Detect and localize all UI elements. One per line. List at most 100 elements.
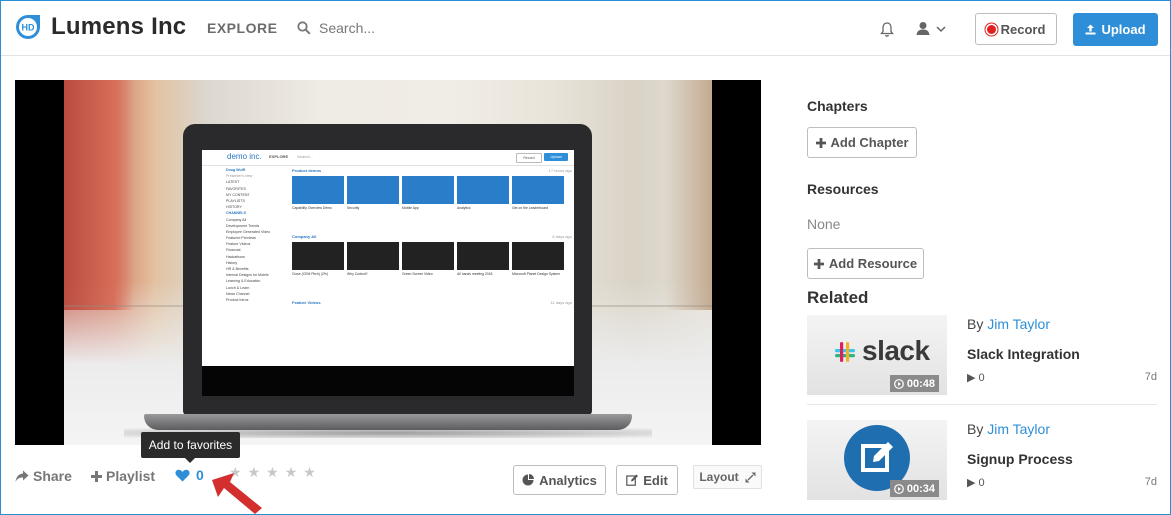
background-wall xyxy=(64,80,134,310)
screen-thumb xyxy=(457,176,509,204)
favorites-tooltip: Add to favorites xyxy=(141,432,240,463)
plus-icon xyxy=(815,137,826,148)
related-thumbnail[interactable]: 00:34 xyxy=(807,420,947,500)
screen-thumb xyxy=(292,176,344,204)
duration-text: 00:48 xyxy=(906,377,935,390)
screen-thumb xyxy=(402,242,454,270)
screen-row-captions: Close (CEM Pitch) (2%) Why Codeut? Green… xyxy=(292,272,572,300)
analytics-label: Analytics xyxy=(539,472,597,488)
explore-link[interactable]: EXPLORE xyxy=(207,20,277,36)
upload-icon xyxy=(1085,24,1096,35)
screen-caption: Close (CEM Pitch) (2%) xyxy=(292,272,328,276)
screen-content: demo inc. EXPLORE Search... Record Uploa… xyxy=(202,150,574,366)
add-to-playlist-button[interactable]: Playlist xyxy=(91,467,155,485)
author-link[interactable]: Jim Taylor xyxy=(987,421,1050,437)
screen-caption: Analytics xyxy=(457,206,471,210)
record-button[interactable]: Record xyxy=(975,13,1057,45)
related-video-item[interactable]: 00:34 By Jim Taylor Signup Process ▶ 0 7… xyxy=(807,420,1157,515)
background-wall-right xyxy=(664,80,712,310)
screen-caption: Mobile App xyxy=(402,206,419,210)
annotation-arrow-icon xyxy=(212,473,262,514)
upload-label: Upload xyxy=(1101,22,1146,37)
play-circle-icon xyxy=(893,378,904,389)
video-player[interactable]: demo inc. EXPLORE Search... Record Uploa… xyxy=(15,80,761,445)
share-button[interactable]: Share xyxy=(15,467,72,485)
add-resource-label: Add Resource xyxy=(828,256,918,271)
hd-logo-icon[interactable]: HD xyxy=(15,14,41,40)
edit-icon xyxy=(626,474,639,486)
screen-caption: Why Codeut? xyxy=(347,272,368,276)
screen-main: Product demos 17 hours ago Capability Ove… xyxy=(292,168,572,308)
view-count: ▶ 0 xyxy=(967,477,985,489)
upload-button[interactable]: Upload xyxy=(1073,13,1158,46)
screen-caption: Green Screen Video xyxy=(402,272,433,276)
related-age: 7d xyxy=(1144,476,1157,488)
screen-row-captions: Capability Overview Demo Security Mobile… xyxy=(292,206,572,234)
duration-badge: 00:34 xyxy=(889,480,939,497)
duration-text: 00:34 xyxy=(906,482,935,495)
author-link[interactable]: Jim Taylor xyxy=(987,316,1050,332)
related-title[interactable]: Slack Integration xyxy=(967,346,1080,362)
screen-thumb xyxy=(347,242,399,270)
plus-icon xyxy=(91,470,102,482)
edit-label: Edit xyxy=(643,472,668,488)
brand-name[interactable]: Lumens Inc xyxy=(51,13,186,41)
star-icon[interactable]: ★ xyxy=(285,464,304,480)
add-chapter-label: Add Chapter xyxy=(830,135,909,150)
view-count: ▶ 0 xyxy=(967,372,985,384)
duration-badge: 00:48 xyxy=(889,375,939,392)
related-divider xyxy=(807,404,1157,405)
by-label: By xyxy=(967,316,984,332)
expand-icon xyxy=(745,472,756,482)
screen-row-title: Product demos 17 hours ago xyxy=(292,168,572,173)
pie-chart-icon xyxy=(522,474,535,486)
screen-channel: Product Intros xyxy=(226,297,249,302)
thumbnail-text: slack xyxy=(862,335,930,366)
top-header: HD Lumens Inc EXPLORE Record Upload xyxy=(1,1,1170,56)
related-byline: By Jim Taylor xyxy=(967,421,1050,437)
laptop-base xyxy=(144,414,632,430)
record-label: Record xyxy=(1000,21,1046,37)
screen-thumb xyxy=(512,176,564,204)
heart-icon[interactable] xyxy=(175,469,190,482)
resources-empty-text: None xyxy=(807,216,841,232)
plus-icon xyxy=(813,258,824,269)
screen-sidebar: Doug Wulff Presenter's view LATEST FAVOR… xyxy=(226,168,286,366)
analytics-button[interactable]: Analytics xyxy=(513,465,606,495)
related-video-item[interactable]: slack 00:48 By Jim Taylor Slack Integrat… xyxy=(807,315,1157,410)
add-chapter-button[interactable]: Add Chapter xyxy=(807,127,917,158)
screen-caption: Get on the Leaderboard xyxy=(512,206,549,210)
screen-thumb xyxy=(292,242,344,270)
screen-caption: All hands meeting 2018 xyxy=(457,272,493,276)
bell-icon[interactable] xyxy=(879,21,895,38)
search-input[interactable] xyxy=(319,16,579,40)
screen-search: Search... xyxy=(297,154,314,159)
screen-upload: Upload xyxy=(544,153,568,161)
user-menu-icon[interactable] xyxy=(915,21,951,37)
edit-button[interactable]: Edit xyxy=(616,465,678,495)
playlist-label: Playlist xyxy=(106,468,156,484)
screen-thumb xyxy=(347,176,399,204)
related-title[interactable]: Signup Process xyxy=(967,451,1073,467)
share-icon xyxy=(15,470,29,482)
resources-heading: Resources xyxy=(807,181,879,197)
slack-logo-icon xyxy=(835,342,855,362)
screen-row-title: Feature Videos 11 days ago xyxy=(292,300,572,305)
add-resource-button[interactable]: Add Resource xyxy=(807,248,924,279)
screen-row-title: Company All 6 days ago xyxy=(292,234,572,239)
screen-caption: Microsoft Planet Design System xyxy=(512,272,561,276)
star-icon[interactable]: ★ xyxy=(303,464,322,480)
video-frame: demo inc. EXPLORE Search... Record Uploa… xyxy=(64,80,712,445)
layout-button[interactable]: Layout xyxy=(693,465,762,489)
related-byline: By Jim Taylor xyxy=(967,316,1050,332)
screen-caption: Capability Overview Demo xyxy=(292,206,332,210)
screen-thumb xyxy=(512,242,564,270)
chapters-heading: Chapters xyxy=(807,98,868,114)
share-label: Share xyxy=(33,468,72,484)
related-thumbnail[interactable]: slack 00:48 xyxy=(807,315,947,395)
related-heading: Related xyxy=(807,288,869,307)
related-age: 7d xyxy=(1144,371,1157,383)
play-circle-icon xyxy=(893,483,904,494)
screen-header: demo inc. EXPLORE Search... Record Uploa… xyxy=(202,150,574,166)
logo-text: HD xyxy=(22,23,35,33)
